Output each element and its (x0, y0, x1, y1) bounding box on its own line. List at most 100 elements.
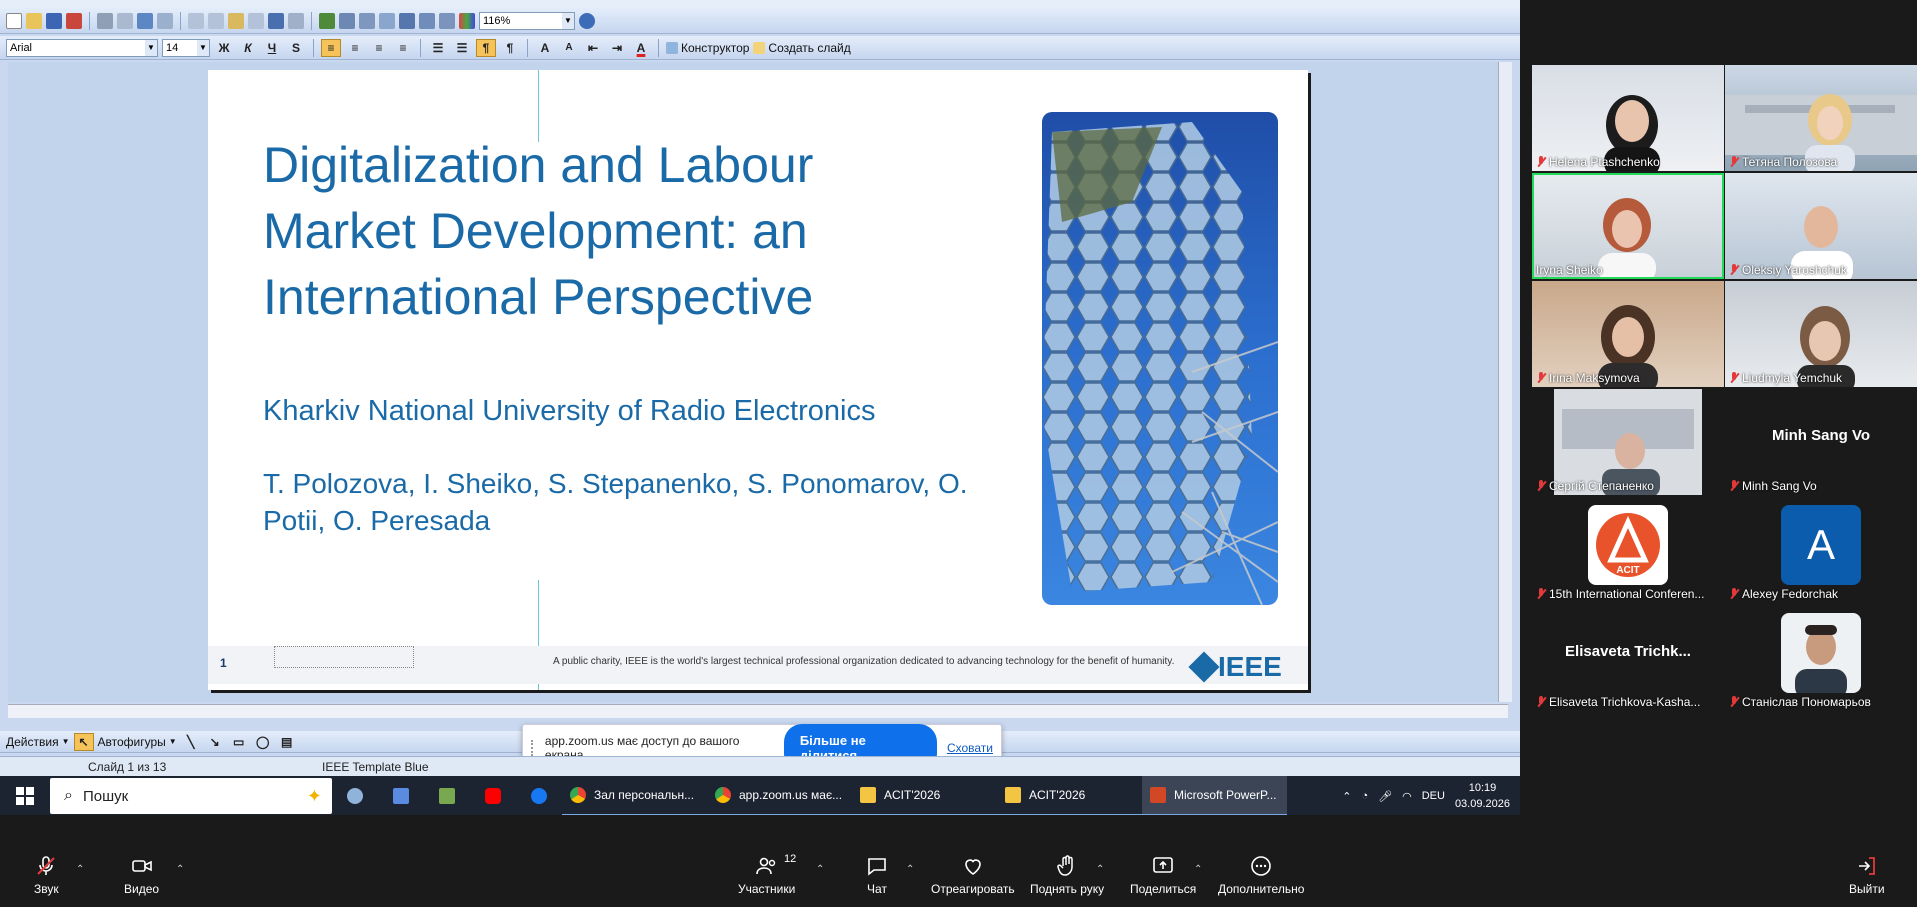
participant-tile[interactable]: ACIT 15th International Conferen... (1532, 497, 1724, 603)
help-icon[interactable] (579, 12, 595, 29)
taskbar-app[interactable]: app.zoom.us має... (707, 776, 852, 815)
taskbar-app[interactable]: Microsoft PowerP... (1142, 776, 1287, 815)
justify-icon[interactable]: ≡ (393, 39, 413, 57)
participant-tile[interactable]: Minh Sang Vo Minh Sang Vo (1725, 389, 1917, 495)
increase-indent-icon[interactable]: ⇥ (607, 39, 627, 57)
shadow-button[interactable]: S (286, 39, 306, 57)
hide-notice-link[interactable]: Сховати (947, 741, 993, 755)
font-color-icon[interactable]: A (631, 39, 651, 57)
align-left-icon[interactable]: ≡ (321, 38, 341, 57)
print-preview-icon[interactable] (117, 12, 133, 29)
numbering-icon[interactable]: ☰ (428, 39, 448, 57)
italic-button[interactable]: К (238, 39, 258, 57)
bold-button[interactable]: Ж (214, 39, 234, 57)
taskbar-app[interactable]: ACIT'2026 (997, 776, 1142, 815)
insert-table-icon[interactable] (339, 12, 355, 29)
participant-tile[interactable]: Elisaveta Trichk... Elisaveta Trichkova-… (1532, 605, 1724, 711)
slide-authors[interactable]: T. Polozova, I. Sheiko, S. Stepanenko, S… (263, 465, 1023, 539)
rtl-direction-icon[interactable]: ¶ (500, 39, 520, 57)
increase-font-icon[interactable]: A (535, 39, 555, 57)
slide-title[interactable]: Digitalization and Labour Market Develop… (263, 132, 923, 330)
save-icon[interactable] (46, 12, 62, 29)
vertical-scrollbar[interactable] (1498, 62, 1512, 702)
raise-hand-options-chevron-icon[interactable]: ⌃ (1096, 864, 1104, 875)
design-button[interactable]: Конструктор (666, 41, 749, 55)
line-icon[interactable]: ╲ (181, 733, 201, 751)
format-painter-icon[interactable] (248, 12, 264, 29)
participant-tile[interactable]: A Alexey Fedorchak (1725, 497, 1917, 603)
participant-tile[interactable]: Сергій Степаненко (1532, 389, 1724, 495)
more-button[interactable]: Дополнительно (1218, 854, 1304, 896)
arrow-icon[interactable]: ↘ (205, 733, 225, 751)
taskbar-app[interactable]: Зал персональн... (562, 776, 707, 815)
slide-university[interactable]: Kharkiv National University of Radio Ele… (263, 395, 875, 428)
cut-icon[interactable] (188, 12, 204, 29)
participant-tile[interactable]: Станіслав Пономарьов (1725, 605, 1917, 711)
chat-button[interactable]: Чат (865, 854, 889, 896)
insert-hyperlink-icon[interactable] (379, 12, 395, 29)
permission-icon[interactable] (66, 12, 82, 29)
video-button[interactable]: Видео (124, 854, 159, 896)
slide-canvas[interactable]: Digitalization and Labour Market Develop… (208, 70, 1308, 690)
print-icon[interactable] (97, 12, 113, 29)
taskbar-pinned-app[interactable] (378, 776, 424, 815)
taskbar-app[interactable]: ACIT'2026 (852, 776, 997, 815)
raise-hand-button[interactable]: Поднять руку (1030, 854, 1104, 896)
color-grayscale-icon[interactable] (459, 12, 475, 29)
audio-options-chevron-icon[interactable]: ⌃ (76, 864, 84, 875)
oval-icon[interactable]: ◯ (253, 733, 273, 751)
tables-borders-icon[interactable] (359, 12, 375, 29)
show-grid-icon[interactable] (439, 12, 455, 29)
leave-button[interactable]: Выйти (1849, 854, 1885, 896)
expand-all-icon[interactable] (399, 12, 415, 29)
textbox-icon[interactable]: ▤ (277, 733, 297, 751)
insert-chart-icon[interactable] (319, 12, 335, 29)
taskbar-search[interactable]: ⌕ Пошук ✦ (50, 778, 332, 814)
audio-button[interactable]: Звук (34, 854, 59, 896)
windows-start-button[interactable] (0, 776, 50, 815)
participants-options-chevron-icon[interactable]: ⌃ (816, 864, 824, 875)
horizontal-scrollbar[interactable] (8, 704, 1508, 718)
new-slide-button[interactable]: Создать слайд (753, 41, 851, 55)
underline-button[interactable]: Ч (262, 39, 282, 57)
select-pointer-icon[interactable]: ↖ (73, 732, 94, 751)
actions-menu[interactable]: Действия ▼ (6, 735, 70, 749)
microphone-icon[interactable]: 🎤︎ (1378, 790, 1392, 803)
share-screen-button[interactable]: Поделиться (1130, 854, 1196, 896)
paste-icon[interactable] (228, 12, 244, 29)
spelling-icon[interactable] (137, 12, 153, 29)
research-icon[interactable] (157, 12, 173, 29)
video-options-chevron-icon[interactable]: ⌃ (176, 864, 184, 875)
network-icon[interactable]: ◔ (1361, 790, 1368, 802)
participant-tile[interactable]: Oleksiy Yaroshchuk (1725, 173, 1917, 279)
ltr-direction-icon[interactable]: ¶ (476, 38, 496, 57)
font-size-select[interactable]: 14 ▼ (162, 38, 210, 57)
taskbar-pinned-app[interactable] (470, 776, 516, 815)
clock[interactable]: 10:19 03.09.2026 (1455, 780, 1510, 812)
bullets-icon[interactable]: ☰ (452, 39, 472, 57)
open-folder-icon[interactable] (26, 12, 42, 29)
participant-tile[interactable]: Liudmyla Yemchuk (1725, 281, 1917, 387)
wifi-icon[interactable]: ◠ (1402, 790, 1412, 803)
decrease-font-icon[interactable]: A (559, 39, 579, 57)
align-right-icon[interactable]: ≡ (369, 39, 389, 57)
language-indicator[interactable]: DEU (1422, 790, 1445, 802)
undo-icon[interactable] (268, 12, 284, 29)
participant-tile[interactable]: Тетяна Полозова (1725, 65, 1917, 171)
decrease-indent-icon[interactable]: ⇤ (583, 39, 603, 57)
chat-options-chevron-icon[interactable]: ⌃ (906, 864, 914, 875)
taskbar-pinned-app[interactable] (424, 776, 470, 815)
new-document-icon[interactable] (6, 12, 22, 29)
taskbar-pinned-app[interactable] (332, 776, 378, 815)
zoom-select[interactable]: 116% ▼ (479, 11, 575, 30)
show-formatting-icon[interactable] (419, 12, 435, 29)
font-name-select[interactable]: Arial ▼ (6, 38, 158, 57)
react-button[interactable]: Отреагировать (931, 854, 1015, 896)
drag-handle-icon[interactable] (531, 740, 535, 756)
align-center-icon[interactable]: ≡ (345, 39, 365, 57)
copy-icon[interactable] (208, 12, 224, 29)
redo-icon[interactable] (288, 12, 304, 29)
share-options-chevron-icon[interactable]: ⌃ (1194, 864, 1202, 875)
taskbar-pinned-app[interactable] (516, 776, 562, 815)
footer-placeholder[interactable] (274, 646, 414, 668)
